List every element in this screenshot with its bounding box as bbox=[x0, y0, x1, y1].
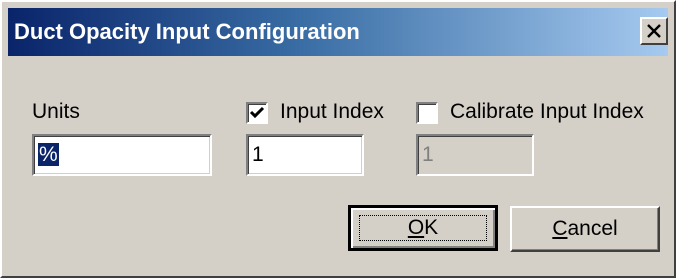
calibrate-input-index-value: 1 bbox=[422, 143, 434, 166]
calibrate-input-index-checkbox[interactable] bbox=[416, 102, 438, 124]
units-input-value: % bbox=[38, 143, 59, 166]
input-index-value: 1 bbox=[252, 143, 264, 166]
calibrate-input-index-label: Calibrate Input Index bbox=[450, 100, 644, 123]
dialog-window: Duct Opacity Input Configuration Units %… bbox=[0, 0, 676, 278]
title-bar[interactable]: Duct Opacity Input Configuration bbox=[8, 8, 668, 56]
units-input[interactable]: % bbox=[32, 134, 212, 176]
input-index-input[interactable]: 1 bbox=[246, 134, 364, 176]
input-index-label: Input Index bbox=[280, 100, 384, 123]
cancel-button-label: Cancel bbox=[552, 217, 618, 240]
calibrate-input-index-input: 1 bbox=[416, 134, 534, 176]
cancel-button[interactable]: Cancel bbox=[510, 206, 660, 252]
input-index-checkbox[interactable] bbox=[246, 102, 268, 124]
units-label: Units bbox=[32, 100, 80, 123]
ok-button-label: OK bbox=[407, 216, 439, 239]
ok-button[interactable]: OK bbox=[348, 205, 498, 251]
checkmark-icon bbox=[249, 106, 265, 119]
close-icon bbox=[647, 24, 661, 38]
dialog-title: Duct Opacity Input Configuration bbox=[14, 19, 360, 44]
close-button[interactable] bbox=[640, 17, 668, 45]
